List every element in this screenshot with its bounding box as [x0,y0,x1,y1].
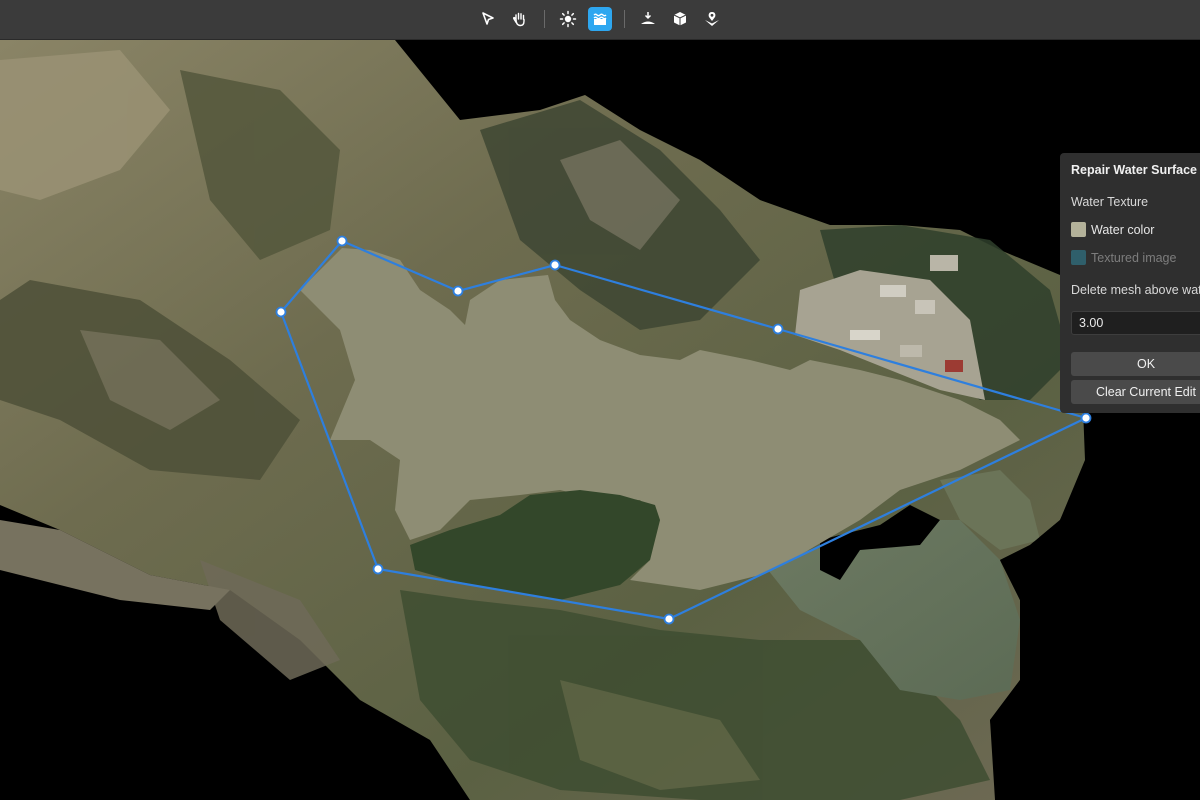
patch-hole-icon [705,12,719,26]
3d-viewport[interactable] [0,40,1200,800]
water-color-option[interactable]: Water color [1071,222,1154,237]
vertex-handle[interactable] [452,285,464,297]
toolbar-separator [624,10,625,28]
textured-image-swatch[interactable] [1071,250,1086,265]
vertex-handle[interactable] [549,259,561,271]
vertex-handle[interactable] [372,563,384,575]
top-toolbar [0,0,1200,40]
flatten-tool-button[interactable] [636,7,660,31]
textured-image-label: Textured image [1091,250,1177,265]
vertex-handle[interactable] [663,613,675,625]
water-texture-label: Water Texture [1071,195,1149,209]
ok-button[interactable]: OK [1071,352,1200,376]
water-color-label: Water color [1091,222,1155,237]
toolbar-separator [544,10,545,28]
hand-icon [512,12,525,27]
water-height-input[interactable] [1071,311,1200,335]
terrain-scene [0,40,1200,800]
cube-icon [673,12,687,26]
sun-icon [559,10,577,28]
model-tool-button[interactable] [668,7,692,31]
panel-title: Repair Water Surface [1071,163,1197,177]
lighting-tool-button[interactable] [556,7,580,31]
select-tool-button[interactable] [476,7,500,31]
vertex-handle[interactable] [772,323,784,335]
vertex-handle[interactable] [275,306,287,318]
water-surface-tool-button[interactable] [588,7,612,31]
water-color-swatch[interactable] [1071,222,1086,237]
patch-tool-button[interactable] [700,7,724,31]
flatten-terrain-icon [641,12,655,24]
cursor-arrow-icon [482,12,494,25]
water-surface-icon [593,13,607,25]
clear-current-edit-button[interactable]: Clear Current Edit [1071,380,1200,404]
pan-tool-button[interactable] [508,7,532,31]
repair-water-surface-panel: Repair Water Surface Water Texture Water… [1060,153,1200,413]
textured-image-option[interactable]: Textured image [1071,250,1176,265]
vertex-handle[interactable] [336,235,348,247]
delete-mesh-label: Delete mesh above water [1071,283,1200,297]
vertex-handle[interactable] [1080,412,1092,424]
